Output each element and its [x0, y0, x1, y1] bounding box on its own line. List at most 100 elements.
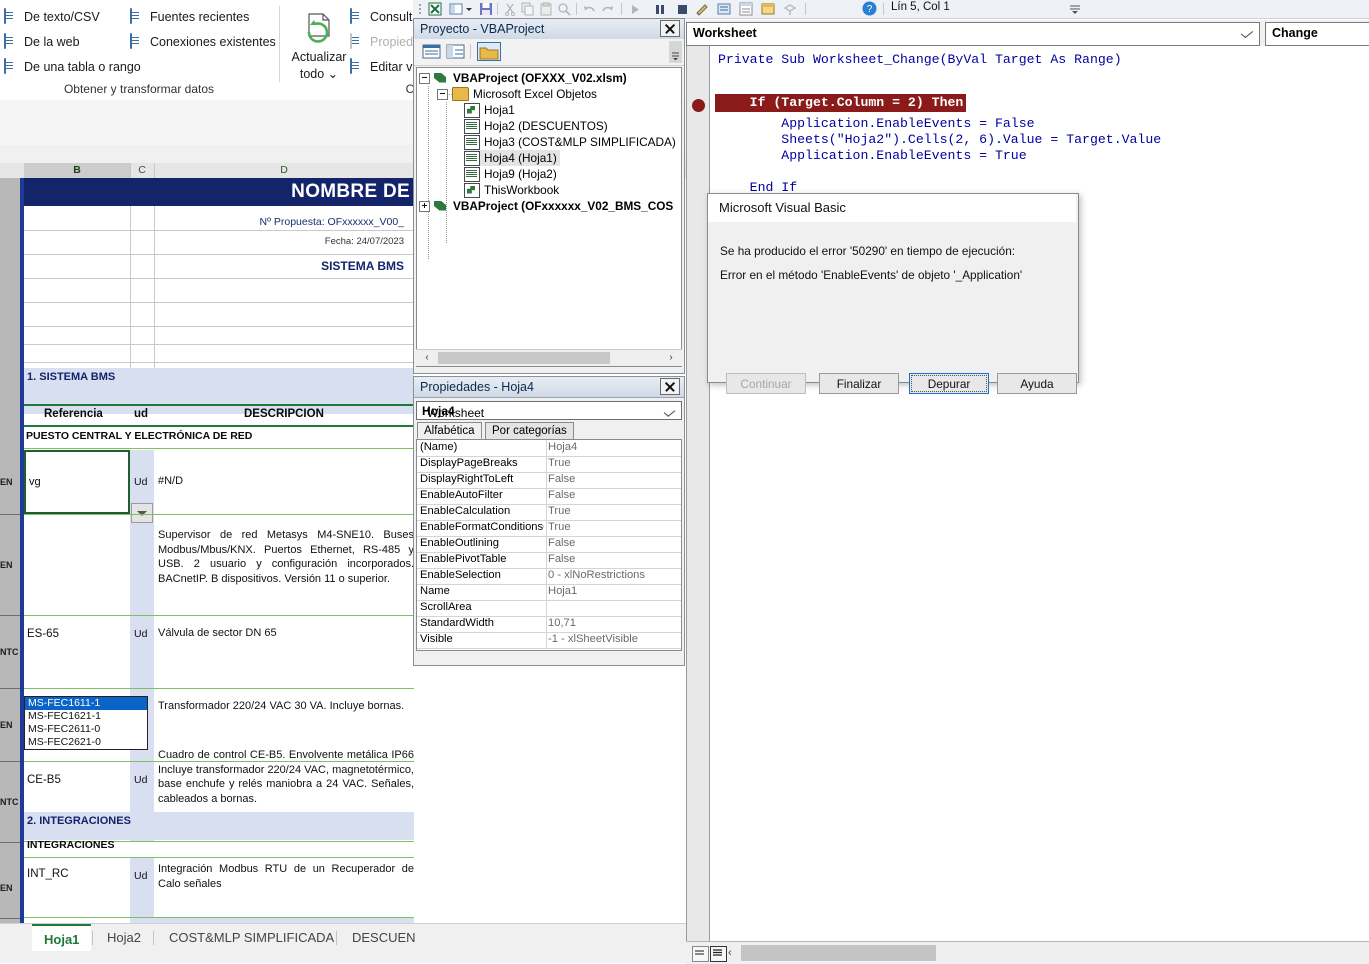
property-row[interactable]: StandardWidth 10,71 [417, 616, 681, 633]
chevron-down-icon[interactable] [465, 2, 473, 16]
tree-node-hoja9[interactable]: Hoja9 (Hoja2) [464, 166, 557, 182]
properties-tab-alphabetic[interactable]: Alfabética [417, 422, 482, 439]
property-row[interactable]: DisplayPageBreaks True [417, 456, 681, 473]
minus-expander-icon[interactable] [437, 88, 448, 100]
properties-tab-categorized[interactable]: Por categorías [485, 422, 574, 439]
property-value[interactable]: 0 - xlNoRestrictions [548, 569, 645, 581]
procedure-dropdown[interactable]: Change [1265, 22, 1369, 46]
row-header[interactable]: EN [0, 515, 20, 616]
properties-window-icon[interactable] [739, 2, 753, 16]
property-row[interactable]: EnableSelection 0 - xlNoRestrictions [417, 568, 681, 585]
property-row[interactable]: EnableAutoFilter False [417, 488, 681, 505]
debug-button[interactable]: Depurar [909, 373, 989, 394]
scroll-right-icon[interactable]: › [664, 352, 678, 364]
property-value[interactable]: False [548, 553, 575, 565]
ribbon-item-recent-sources[interactable]: Fuentes recientes [130, 6, 249, 28]
property-value[interactable]: False [548, 537, 575, 549]
ribbon-item-web[interactable]: De la web [4, 31, 80, 53]
minus-expander-icon[interactable] [419, 72, 430, 84]
scroll-left-icon[interactable]: ‹ [420, 352, 434, 364]
insert-userform-icon[interactable] [449, 2, 463, 16]
project-hscrollbar[interactable]: ‹ › [416, 349, 682, 366]
view-code-icon[interactable] [421, 42, 442, 61]
sheet-tab-cost-mlp[interactable]: COST&MLP SIMPLIFICADA [157, 924, 346, 951]
project-hscroll-thumb[interactable] [438, 352, 610, 364]
help-button[interactable]: Ayuda [997, 373, 1077, 394]
property-row[interactable]: EnableCalculation True [417, 504, 681, 521]
validation-dropdown-button[interactable] [131, 503, 153, 523]
full-module-view-icon[interactable] [710, 946, 727, 962]
project-tree[interactable]: VBAProject (OFXXX_V02.xlsm) Microsoft Ex… [416, 67, 682, 367]
property-row[interactable]: (Name) Hoja4 [417, 440, 681, 457]
property-value[interactable]: True [548, 505, 571, 517]
end-button[interactable]: Finalizar [819, 373, 899, 394]
project-toolbar-overflow-icon[interactable] [669, 41, 682, 63]
tree-node-project-1[interactable]: VBAProject (OFXXX_V02.xlsm) [419, 70, 627, 86]
property-row[interactable]: DisplayRightToLeft False [417, 472, 681, 489]
dropdown-option[interactable]: MS-FEC2621-0 [25, 736, 147, 749]
properties-grid[interactable]: (Name) Hoja4 DisplayPageBreaks True Displa… [416, 439, 682, 651]
dropdown-option[interactable]: MS-FEC1621-1 [25, 710, 147, 723]
row-header[interactable]: NTC [0, 762, 20, 843]
row-header[interactable]: EN [0, 689, 20, 762]
object-dropdown[interactable]: Worksheet [686, 22, 1260, 46]
view-object-icon[interactable] [445, 42, 466, 61]
breakpoint-icon[interactable] [692, 99, 705, 112]
save-icon[interactable] [479, 2, 493, 16]
reset-icon[interactable] [675, 2, 689, 16]
excel-view-icon[interactable] [428, 2, 442, 16]
tree-node-hoja4-selected[interactable]: Hoja4 (Hoja1) [464, 150, 560, 166]
break-icon[interactable] [653, 2, 667, 16]
sheet-tab-hoja2[interactable]: Hoja2 [95, 924, 153, 951]
sheet-tab-hoja1[interactable]: Hoja1 [32, 924, 92, 953]
ribbon-item-queries[interactable]: Consult [350, 6, 412, 28]
tree-node-thisworkbook[interactable]: ThisWorkbook [464, 182, 559, 198]
ribbon-item-table-range[interactable]: De una tabla o rango [4, 56, 141, 78]
row-header[interactable]: NTC [0, 616, 20, 689]
property-row[interactable]: Name Hoja1 [417, 584, 681, 601]
property-row[interactable]: Visible -1 - xlSheetVisible [417, 632, 681, 649]
refresh-all-button[interactable]: Actualizar todo ⌄ [286, 10, 352, 82]
column-header-d[interactable]: D [154, 163, 415, 178]
design-mode-icon[interactable] [695, 2, 709, 16]
validation-dropdown-list[interactable]: MS-FEC1611-1 MS-FEC1621-1 MS-FEC2611-0 M… [24, 696, 148, 750]
property-row[interactable]: ScrollArea [417, 600, 681, 617]
property-row[interactable]: EnableOutlining False [417, 536, 681, 553]
ribbon-item-text-csv[interactable]: De texto/CSV [4, 6, 100, 28]
property-value[interactable]: False [548, 489, 575, 501]
project-explorer-icon[interactable] [717, 2, 731, 16]
property-value[interactable]: Hoja1 [548, 585, 577, 597]
dropdown-option[interactable]: MS-FEC1611-1 [25, 697, 147, 710]
code-pane[interactable]: Private Sub Worksheet_Change(ByVal Targe… [686, 46, 1369, 941]
dropdown-option[interactable]: MS-FEC2611-0 [25, 723, 147, 736]
property-value[interactable]: Hoja4 [548, 441, 577, 453]
close-icon[interactable] [660, 378, 680, 395]
property-value[interactable]: True [548, 521, 571, 533]
ribbon-item-edit-links[interactable]: Editar ví [350, 56, 416, 78]
ribbon-item-existing-connections[interactable]: Conexiones existentes [130, 31, 276, 53]
code-margin[interactable] [687, 46, 710, 941]
column-header-b[interactable]: B [24, 163, 131, 178]
code-hscroll-thumb[interactable] [741, 945, 936, 961]
properties-object-dropdown[interactable]: Hoja4 Worksheet [416, 401, 682, 420]
object-browser-icon[interactable] [761, 2, 775, 16]
column-header-c[interactable]: C [130, 163, 155, 178]
toggle-folders-icon[interactable] [477, 42, 501, 61]
tree-node-hoja1[interactable]: Hoja1 [464, 102, 515, 118]
tree-node-hoja2[interactable]: Hoja2 (DESCUENTOS) [464, 118, 608, 134]
help-icon[interactable]: ? [862, 1, 877, 16]
property-row[interactable]: EnableFormatConditionsCa True [417, 520, 681, 537]
row-header[interactable]: EN [0, 450, 20, 515]
property-row[interactable]: EnablePivotTable False [417, 552, 681, 569]
toolbar-overflow-icon[interactable] [1069, 1, 1081, 16]
property-value[interactable]: False [548, 473, 575, 485]
property-value[interactable]: -1 - xlSheetVisible [548, 633, 638, 645]
row-header[interactable]: EN [0, 858, 20, 919]
procedure-view-icon[interactable] [692, 946, 709, 962]
hscroll-left-arrow-icon[interactable]: ‹ [728, 947, 732, 959]
tree-node-project-2[interactable]: VBAProject (OFxxxxxx_V02_BMS_COS [419, 198, 673, 214]
tree-node-hoja3[interactable]: Hoja3 (COST&MLP SIMPLIFICADA) [464, 134, 676, 150]
plus-expander-icon[interactable] [419, 200, 430, 212]
property-value[interactable]: 10,71 [548, 617, 576, 629]
tree-node-excel-objects[interactable]: Microsoft Excel Objetos [437, 86, 597, 102]
